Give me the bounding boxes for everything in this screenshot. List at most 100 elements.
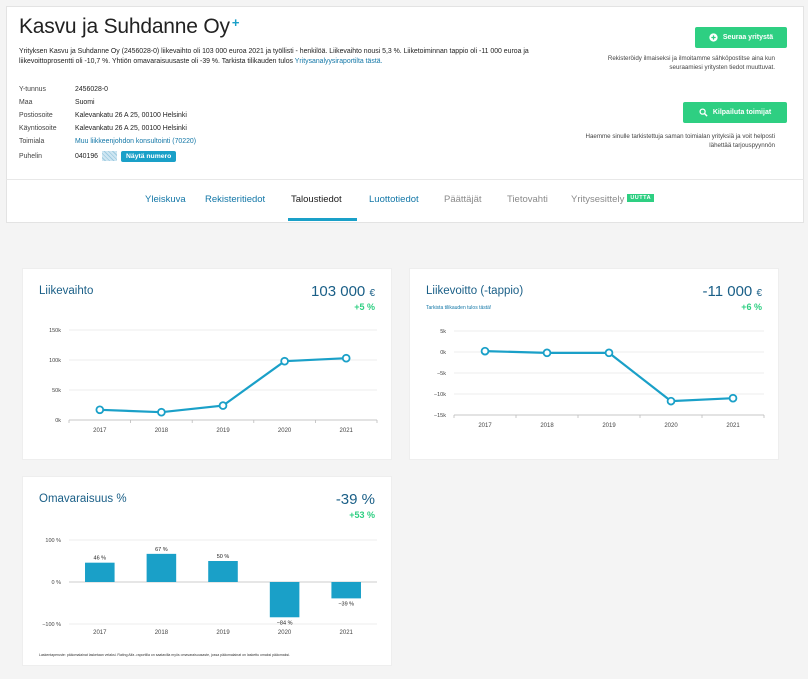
- headline-number: 103 000: [311, 283, 366, 300]
- info-value: Kalevankatu 26 A 25, 00100 Helsinki: [75, 125, 187, 132]
- y-tick-label: 0k: [440, 350, 446, 356]
- y-tick-label: 5k: [440, 329, 446, 335]
- data-point: [542, 348, 552, 358]
- analysis-report-link[interactable]: Yritysanalyysiraportilta tästä.: [295, 58, 383, 65]
- follow-label: Seuraa yritystä: [722, 34, 774, 41]
- tab-paattajat[interactable]: Päättäjät: [444, 194, 482, 205]
- add-favorite-icon[interactable]: +: [232, 15, 240, 30]
- show-number-button[interactable]: Näytä numero: [121, 150, 177, 162]
- tab-rekisteritiedot[interactable]: Rekisteritiedot: [205, 194, 265, 205]
- y-tick-label: −5k: [437, 371, 446, 377]
- bar: [85, 562, 115, 582]
- data-label: −84 %: [277, 620, 293, 626]
- info-key: Y-tunnus: [19, 86, 46, 93]
- bar: [208, 561, 238, 582]
- headline-number: -11 000: [702, 283, 753, 300]
- tab-taloustiedot[interactable]: Taloustiedot: [291, 194, 342, 205]
- compete-label: Kilpailuta toimijat: [712, 109, 772, 116]
- x-tick-label: 2019: [216, 428, 230, 434]
- data-point: [480, 346, 490, 356]
- follow-note: Rekisteröidy ilmaiseksi ja ilmoitamme sä…: [607, 55, 775, 71]
- bar: [331, 582, 361, 599]
- headline-unit: €: [756, 288, 762, 299]
- company-description: Yrityksen Kasvu ja Suhdanne Oy (2456028-…: [19, 47, 579, 67]
- info-key: Puhelin: [19, 152, 42, 160]
- info-row: Postiosoite Kalevankatu 26 A 25, 00100 He…: [19, 109, 196, 122]
- y-tick-label: 100k: [49, 358, 61, 364]
- y-tick-label: −100 %: [42, 622, 61, 628]
- data-point: [218, 401, 228, 410]
- y-tick-label: 150k: [49, 328, 61, 334]
- info-row: Y-tunnus 2456028-0: [19, 83, 196, 96]
- tab-label: Yritysesittely: [571, 194, 625, 205]
- info-value: Kalevankatu 26 A 25, 00100 Helsinki: [75, 112, 187, 119]
- y-tick-label: 100 %: [45, 538, 61, 544]
- chart-headline-value: -11 000 €: [703, 283, 763, 300]
- y-tick-label: −10k: [434, 392, 446, 398]
- data-label: 67 %: [155, 547, 168, 553]
- x-tick-label: 2020: [664, 423, 678, 429]
- tab-tietovahti[interactable]: Tietovahti: [507, 194, 548, 205]
- company-name: Kasvu ja Suhdanne Oy: [19, 15, 230, 38]
- active-tab-indicator: [288, 218, 357, 221]
- tab-yleiskuva[interactable]: Yleiskuva: [145, 194, 186, 205]
- data-point: [666, 396, 676, 406]
- follow-company-button[interactable]: Seuraa yritystä: [695, 27, 787, 48]
- x-tick-label: 2017: [93, 428, 107, 434]
- data-label: −39 %: [338, 601, 354, 607]
- y-tick-label: −15k: [434, 413, 446, 419]
- data-point: [157, 407, 166, 417]
- data-point: [95, 405, 105, 415]
- chart-headline-value: -39 %: [335, 491, 375, 508]
- chart-title: Liikevaihto: [39, 285, 94, 297]
- x-tick-label: 2021: [340, 428, 354, 434]
- check-result-link[interactable]: Tarkista tilikauden tulos tästä!: [426, 305, 491, 311]
- info-key: Maa: [19, 99, 33, 106]
- phone-prefix: 040196: [75, 152, 98, 160]
- chart-headline-value: 103 000 €: [311, 283, 375, 300]
- x-tick-label: 2020: [278, 428, 292, 434]
- info-key: Postiosoite: [19, 112, 53, 119]
- company-info-table: Y-tunnus 2456028-0 Maa Suomi Postiosoite Ka…: [19, 83, 196, 164]
- data-label: 46 %: [94, 556, 107, 562]
- info-row: Maa Suomi: [19, 96, 196, 109]
- company-header-card: Kasvu ja Suhdanne Oy + Yrityksen Kasvu ja…: [6, 6, 804, 179]
- tab-yritysesittely[interactable]: Yritysesittely UUTTA: [571, 194, 655, 205]
- x-tick-label: 2017: [478, 423, 492, 429]
- search-icon: [699, 108, 708, 117]
- bar: [146, 553, 177, 582]
- phone-mask-icon: [102, 151, 117, 161]
- chart-change: +53 %: [349, 510, 375, 520]
- profit-line-chart: 5k 0k −5k −10k −15k 2017 2018 2019 2020 2021: [434, 329, 765, 429]
- x-tick-label: 2019: [602, 423, 616, 429]
- section-tabs: Yleiskuva Rekisteritiedot Taloustiedot L…: [6, 179, 804, 223]
- equity-bar-chart: 100 % 0 % −100 % 46 % 2017 67 % 2018 50 % 2019 −8…: [42, 538, 377, 636]
- x-tick-label: 2018: [540, 423, 554, 429]
- phone-row: Puhelin 040196 Näytä numero: [19, 148, 196, 164]
- tab-luottotiedot[interactable]: Luottotiedot: [369, 194, 419, 205]
- chart-change: +5 %: [354, 302, 375, 312]
- info-row: Toimiala Muu liikkeenjohdon konsultointi …: [19, 135, 196, 148]
- chart-title: Liikevoitto (-tappio): [426, 285, 524, 297]
- equity-ratio-chart-card: Omavaraisuus % -39 % +53 % 100 % 0 % −100 …: [22, 476, 392, 666]
- compete-providers-button[interactable]: Kilpailuta toimijat: [683, 102, 787, 123]
- page-title: Kasvu ja Suhdanne Oy +: [19, 15, 239, 39]
- description-text: Yrityksen Kasvu ja Suhdanne Oy (2456028-…: [19, 48, 529, 65]
- info-value: 2456028-0: [75, 86, 108, 93]
- x-tick-label: 2021: [726, 423, 740, 429]
- plus-circle-icon: [709, 33, 718, 42]
- x-tick-label: 2017: [93, 630, 107, 636]
- data-label: 50 %: [217, 554, 230, 560]
- data-point: [604, 348, 614, 358]
- y-tick-label: 0 %: [52, 580, 62, 586]
- industry-link[interactable]: Muu liikkeenjohdon konsultointi (70220): [75, 138, 196, 145]
- x-tick-label: 2020: [278, 630, 292, 636]
- chart-title: Omavaraisuus %: [39, 493, 127, 505]
- headline-unit: €: [369, 288, 375, 299]
- chart-change: +6 %: [741, 302, 762, 312]
- compete-note: Haemme sinulle tarkistettuja saman toimi…: [585, 133, 775, 149]
- y-tick-label: 50k: [52, 388, 61, 394]
- chart-footnote: Laskentaperuste: pääomalainat lasketaan …: [39, 653, 290, 657]
- bar: [269, 582, 300, 618]
- data-point: [280, 356, 289, 366]
